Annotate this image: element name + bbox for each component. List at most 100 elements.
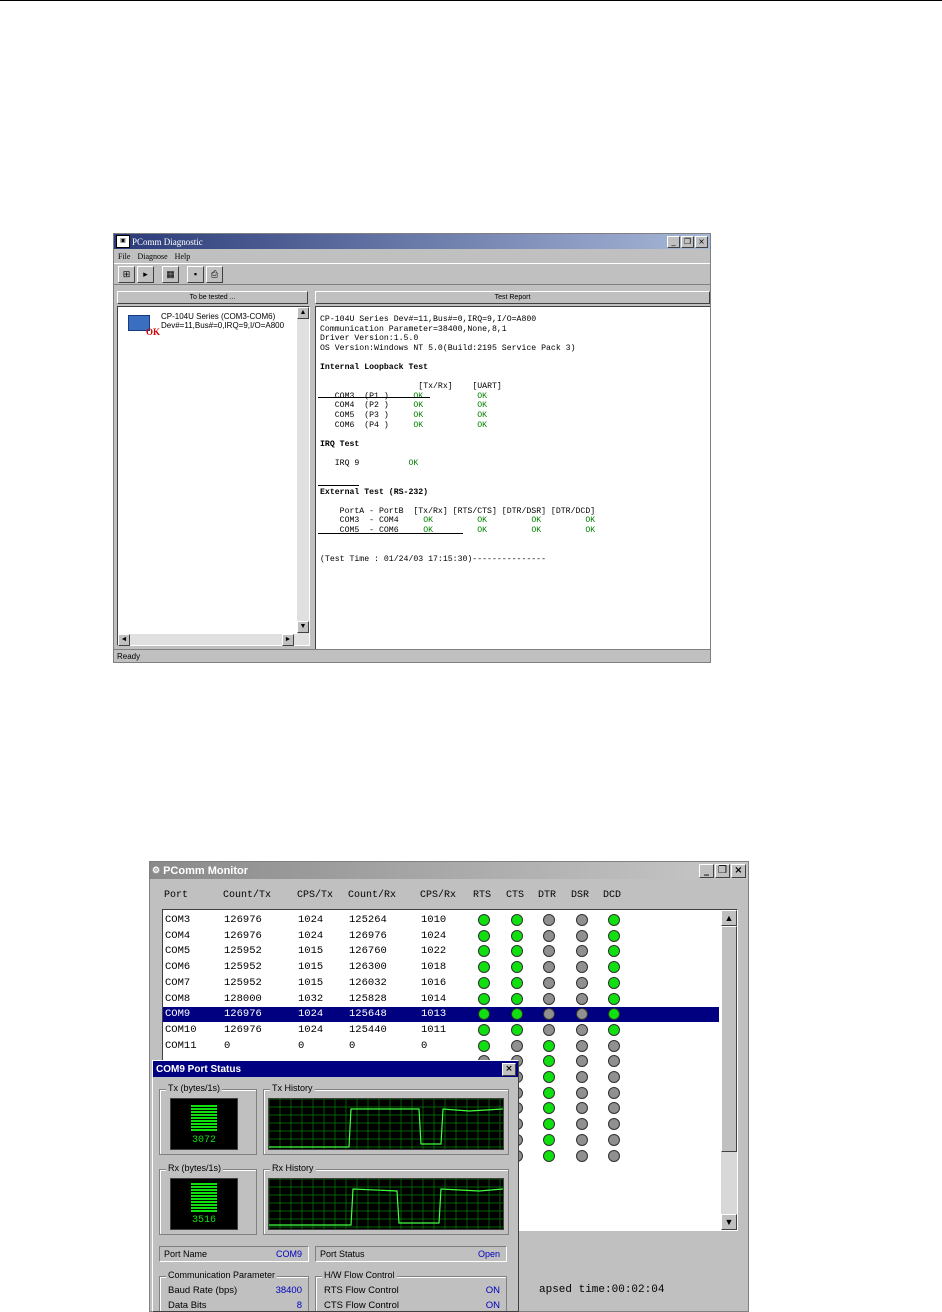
external-title-rule (318, 533, 463, 534)
restore-icon[interactable]: ❐ (681, 235, 694, 248)
col-port[interactable]: Port (164, 890, 188, 901)
dsr-led-icon (576, 929, 588, 942)
cell-cpstx: 1015 (298, 976, 324, 989)
meter-bar (191, 1105, 217, 1107)
external-test-header: PortA - PortB [Tx/Rx] [RTS/CTS] [DTR/DSR… (339, 506, 596, 516)
to-be-tested-header[interactable]: To be tested ... (117, 291, 308, 304)
menu-file[interactable]: File (118, 252, 130, 261)
close-icon[interactable]: × (695, 235, 708, 248)
close-icon[interactable]: × (502, 1062, 516, 1076)
cell-crx: 125440 (349, 1023, 387, 1036)
tx-rate-label: Tx (bytes/1s) (166, 1083, 223, 1093)
meter-bar (191, 1192, 217, 1194)
open-icon[interactable]: ⊞ (118, 265, 135, 283)
table-row[interactable]: COM10 126976 1024 125440 1011 (163, 1023, 719, 1038)
table-row[interactable]: COM7 125952 1015 126032 1016 (163, 976, 719, 991)
table-row[interactable]: COM4 126976 1024 126976 1024 (163, 929, 719, 944)
cell-ctx: 125952 (224, 945, 262, 958)
test-report-header[interactable]: Test Report (315, 291, 710, 304)
col-cps-tx[interactable]: CPS/Tx (297, 890, 333, 901)
table-row[interactable]: COM3 126976 1024 125264 1010 (163, 913, 719, 928)
cell-ctx: 125952 (224, 961, 262, 974)
table-row[interactable]: COM11 0 0 0 0 (163, 1039, 719, 1054)
tree-horizontal-scrollbar[interactable]: ◄ ► (118, 634, 297, 646)
rx-rate-value: 3516 (191, 1215, 216, 1226)
restore-icon[interactable]: ❐ (715, 863, 730, 878)
scroll-up-icon[interactable]: ▲ (721, 910, 737, 926)
table-row[interactable]: COM6 125952 1015 126300 1018 (163, 960, 719, 975)
loopback-uart: OK (477, 420, 488, 430)
col-dtr[interactable]: DTR (538, 890, 556, 901)
tx-rate-meter: 3072 (170, 1098, 238, 1150)
rts-led-icon (478, 992, 490, 1005)
history-trace (269, 1188, 503, 1226)
cell-cpsrx: 1013 (421, 1008, 447, 1021)
col-count-tx[interactable]: Count/Tx (223, 890, 271, 901)
menu-help[interactable]: Help (175, 252, 191, 261)
port-name-field: Port Name COM9 (159, 1246, 309, 1262)
monitor-title-bar[interactable]: ⚙ PComm Monitor _ ❐ × (150, 862, 748, 879)
table-row[interactable]: COM5 125952 1015 126760 1022 (163, 944, 719, 959)
menu-diagnose[interactable]: Diagnose (137, 252, 167, 261)
rts-led-icon (478, 1008, 490, 1021)
port-name-value: COM9 (275, 1249, 302, 1259)
pcomm-diagnostic-window: ▣ PComm Diagnostic _ ❐ × File Diagnose H… (113, 233, 711, 663)
dtr-led-icon (543, 1039, 555, 1052)
rts-flow-value: ON (485, 1285, 500, 1296)
cell-ctx: 125952 (224, 976, 262, 989)
cts-led-icon (511, 1008, 523, 1021)
data-bits-label: Data Bits (168, 1300, 207, 1311)
col-dsr[interactable]: DSR (571, 890, 589, 901)
port-status-field: Port Status Open (315, 1246, 507, 1262)
dsr-led-icon (576, 945, 588, 958)
col-cps-rx[interactable]: CPS/Rx (420, 890, 456, 901)
save-icon[interactable]: ▪ (187, 265, 204, 283)
close-icon[interactable]: × (731, 863, 746, 878)
scroll-left-icon[interactable]: ◄ (118, 634, 130, 646)
cell-cpsrx: 1011 (421, 1023, 447, 1036)
scroll-right-icon[interactable]: ► (282, 634, 294, 646)
rts-flow-label: RTS Flow Control (324, 1285, 399, 1296)
cell-port: COM3 (165, 914, 191, 926)
print-icon[interactable]: ⎙ (206, 265, 223, 283)
col-dcd[interactable]: DCD (603, 890, 621, 901)
cts-led-icon (511, 945, 523, 958)
device-tree-item[interactable]: CP-104U Series (COM3-COM6) Dev#=11,Bus#=… (161, 312, 284, 330)
dtr-led-icon (543, 945, 555, 958)
scroll-down-icon[interactable]: ▼ (297, 621, 309, 633)
external-result: OK (531, 516, 542, 526)
minimize-icon[interactable]: _ (699, 863, 714, 878)
test-time: (Test Time : 01/24/03 17:15:30)---------… (320, 554, 547, 564)
col-count-rx[interactable]: Count/Rx (348, 890, 396, 901)
scroll-thumb[interactable] (721, 926, 737, 1152)
port-list-scrollbar[interactable]: ▲ ▼ (721, 910, 737, 1230)
dtr-led-icon (543, 1023, 555, 1036)
meter-bar (191, 1120, 217, 1122)
cell-ctx: 126976 (224, 929, 262, 942)
port-status-title-bar[interactable]: COM9 Port Status × (153, 1061, 518, 1077)
device-name: CP-104U Series (COM3-COM6) (161, 312, 276, 321)
cell-cpsrx: 1022 (421, 945, 447, 958)
dsr-led-icon (576, 1023, 588, 1036)
cts-led-icon (511, 1039, 523, 1052)
minimize-icon[interactable]: _ (667, 235, 680, 248)
scroll-down-icon[interactable]: ▼ (721, 1214, 737, 1230)
table-row[interactable]: COM9 126976 1024 125648 1013 (163, 1007, 719, 1023)
cell-cpstx: 1015 (298, 961, 324, 974)
scroll-up-icon[interactable]: ▲ (297, 307, 309, 319)
diagnostic-title-bar[interactable]: ▣ PComm Diagnostic _ ❐ × (114, 234, 710, 249)
cell-crx: 126760 (349, 945, 387, 958)
rts-led-icon (478, 945, 490, 958)
run-icon[interactable]: ▸ (137, 265, 154, 283)
board-icon[interactable]: ▦ (162, 265, 179, 283)
dtr-led-icon (543, 961, 555, 974)
loopback-com: COM5 (334, 410, 355, 420)
loopback-txrx: OK (413, 401, 424, 411)
tree-vertical-scrollbar[interactable]: ▲ ▼ (297, 307, 309, 645)
col-rts[interactable]: RTS (473, 890, 491, 901)
dsr-led-icon (576, 1086, 588, 1099)
col-cts[interactable]: CTS (506, 890, 524, 901)
dcd-led-icon (608, 1118, 620, 1131)
irq-label: IRQ 9 (334, 458, 360, 468)
table-row[interactable]: COM8 128000 1032 125828 1014 (163, 992, 719, 1007)
